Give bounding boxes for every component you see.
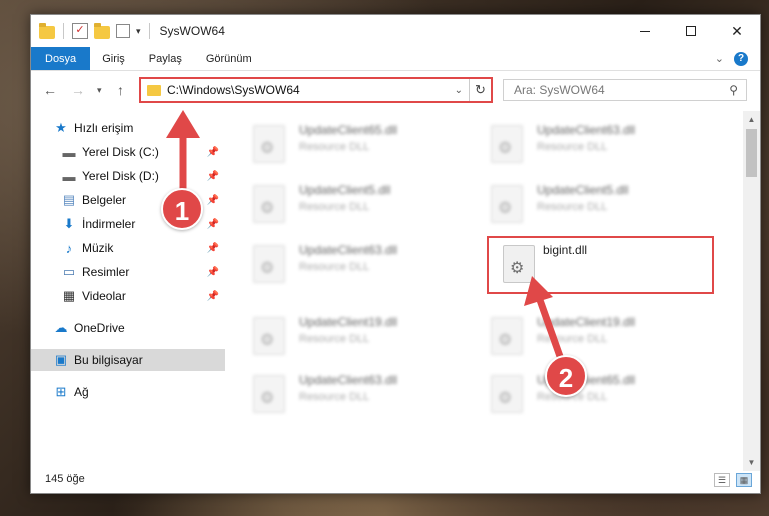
step-1-badge: 1	[161, 188, 203, 230]
arrow-2	[524, 276, 566, 366]
arrow-1	[166, 110, 200, 200]
annotation-overlay	[166, 110, 566, 366]
step-2-badge: 2	[545, 355, 587, 397]
